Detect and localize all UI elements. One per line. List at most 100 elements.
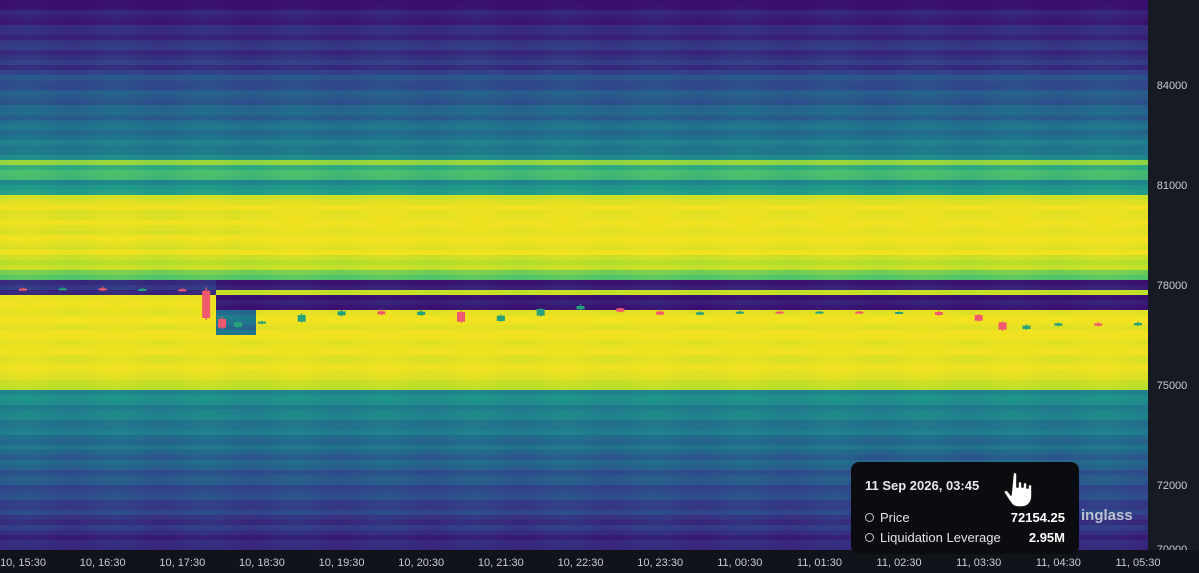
heatmap-cell: [56, 535, 65, 541]
heatmap-cell: [80, 240, 89, 246]
heatmap-cell: [232, 515, 241, 521]
heatmap-cell: [88, 80, 97, 86]
heatmap-cell: [320, 155, 329, 161]
heatmap-cell: [280, 415, 289, 421]
heatmap-cell: [88, 525, 97, 531]
heatmap-cell: [160, 275, 169, 281]
heatmap-cell: [96, 515, 105, 521]
heatmap-cell: [208, 170, 217, 176]
heatmap-cell: [16, 315, 25, 321]
heatmap-cell: [216, 250, 225, 256]
heatmap-cell: [304, 490, 313, 496]
heatmap-cell: [224, 225, 233, 231]
heatmap-cell: [112, 445, 121, 451]
heatmap-cell: [328, 195, 337, 201]
heatmap-cell: [344, 25, 353, 31]
heatmap-cell: [40, 240, 49, 246]
heatmap-cell: [112, 325, 121, 331]
heatmap-cell: [344, 255, 353, 261]
heatmap-cell: [64, 525, 73, 531]
heatmap-cell: [64, 455, 73, 461]
heatmap-cell: [240, 370, 249, 376]
heatmap-cell: [0, 0, 9, 6]
heatmap-cell: [32, 545, 41, 551]
heatmap-cell: [200, 160, 209, 166]
heatmap-cell: [56, 540, 65, 546]
heatmap-cell: [216, 230, 225, 236]
heatmap-cell: [224, 65, 233, 71]
heatmap-cell: [136, 105, 145, 111]
heatmap-cell: [112, 10, 121, 16]
heatmap-cell: [128, 545, 137, 551]
heatmap-cell: [152, 25, 161, 31]
heatmap-cell: [336, 195, 345, 201]
heatmap-cell: [32, 470, 41, 476]
heatmap-cell: [192, 160, 201, 166]
heatmap-cell: [200, 465, 209, 471]
heatmap-cell: [200, 205, 209, 211]
heatmap-cell: [280, 210, 289, 216]
heatmap-cell: [128, 110, 137, 116]
heatmap-cell: [288, 180, 297, 186]
heatmap-cell: [160, 190, 169, 196]
heatmap-cell: [88, 505, 97, 511]
heatmap-cell: [64, 505, 73, 511]
heatmap-cell: [320, 275, 329, 281]
heatmap-cell: [8, 385, 17, 391]
heatmap-cell: [8, 160, 17, 166]
heatmap-cell: [312, 65, 321, 71]
heatmap-cell: [160, 200, 169, 206]
heatmap-cell: [272, 245, 281, 251]
heatmap-cell: [0, 390, 9, 396]
heatmap-cell: [232, 250, 241, 256]
heatmap-cell: [72, 400, 81, 406]
heatmap-cell: [128, 175, 137, 181]
heatmap-cell: [48, 155, 57, 161]
heatmap-cell: [128, 390, 137, 396]
heatmap-cell: [352, 145, 361, 151]
heatmap-cell: [104, 105, 113, 111]
heatmap-cell: [264, 395, 273, 401]
heatmap-cell: [304, 50, 313, 56]
heatmap-cell: [256, 450, 265, 456]
heatmap-cell: [88, 100, 97, 106]
heatmap-cell: [112, 210, 121, 216]
heatmap-cell: [288, 430, 297, 436]
heatmap-cell: [88, 530, 97, 536]
heatmap-cell: [296, 55, 305, 61]
heatmap-cell: [336, 5, 345, 11]
heatmap-cell: [288, 255, 297, 261]
heatmap-cell: [112, 220, 121, 226]
heatmap-cell: [264, 20, 273, 26]
heatmap-cell: [352, 265, 361, 271]
heatmap-cell: [168, 355, 177, 361]
heatmap-cell: [216, 80, 225, 86]
heatmap-cell: [224, 370, 233, 376]
heatmap-cell: [64, 165, 73, 171]
heatmap-cell: [16, 55, 25, 61]
heatmap-cell: [56, 265, 65, 271]
heatmap-cell: [168, 60, 177, 66]
heatmap-cell: [8, 365, 17, 371]
heatmap-cell: [200, 385, 209, 391]
heatmap-cell: [0, 355, 9, 361]
heatmap-cell: [256, 235, 265, 241]
heatmap-cell: [264, 460, 273, 466]
heatmap-cell: [64, 80, 73, 86]
heatmap-cell: [328, 190, 337, 196]
heatmap-cell: [120, 145, 129, 151]
heatmap-cell: [248, 305, 257, 311]
heatmap-cell: [128, 505, 137, 511]
heatmap-cell: [144, 140, 153, 146]
heatmap-cell: [248, 395, 257, 401]
heatmap-cell: [24, 345, 33, 351]
heatmap-cell: [8, 25, 17, 31]
heatmap-cell: [104, 440, 113, 446]
heatmap-cell: [320, 475, 329, 481]
heatmap-cell: [200, 435, 209, 441]
heatmap-cell: [24, 105, 33, 111]
heatmap-cell: [184, 125, 193, 131]
heatmap-cell: [280, 15, 289, 21]
heatmap-cell: [72, 390, 81, 396]
heatmap-cell: [56, 175, 65, 181]
